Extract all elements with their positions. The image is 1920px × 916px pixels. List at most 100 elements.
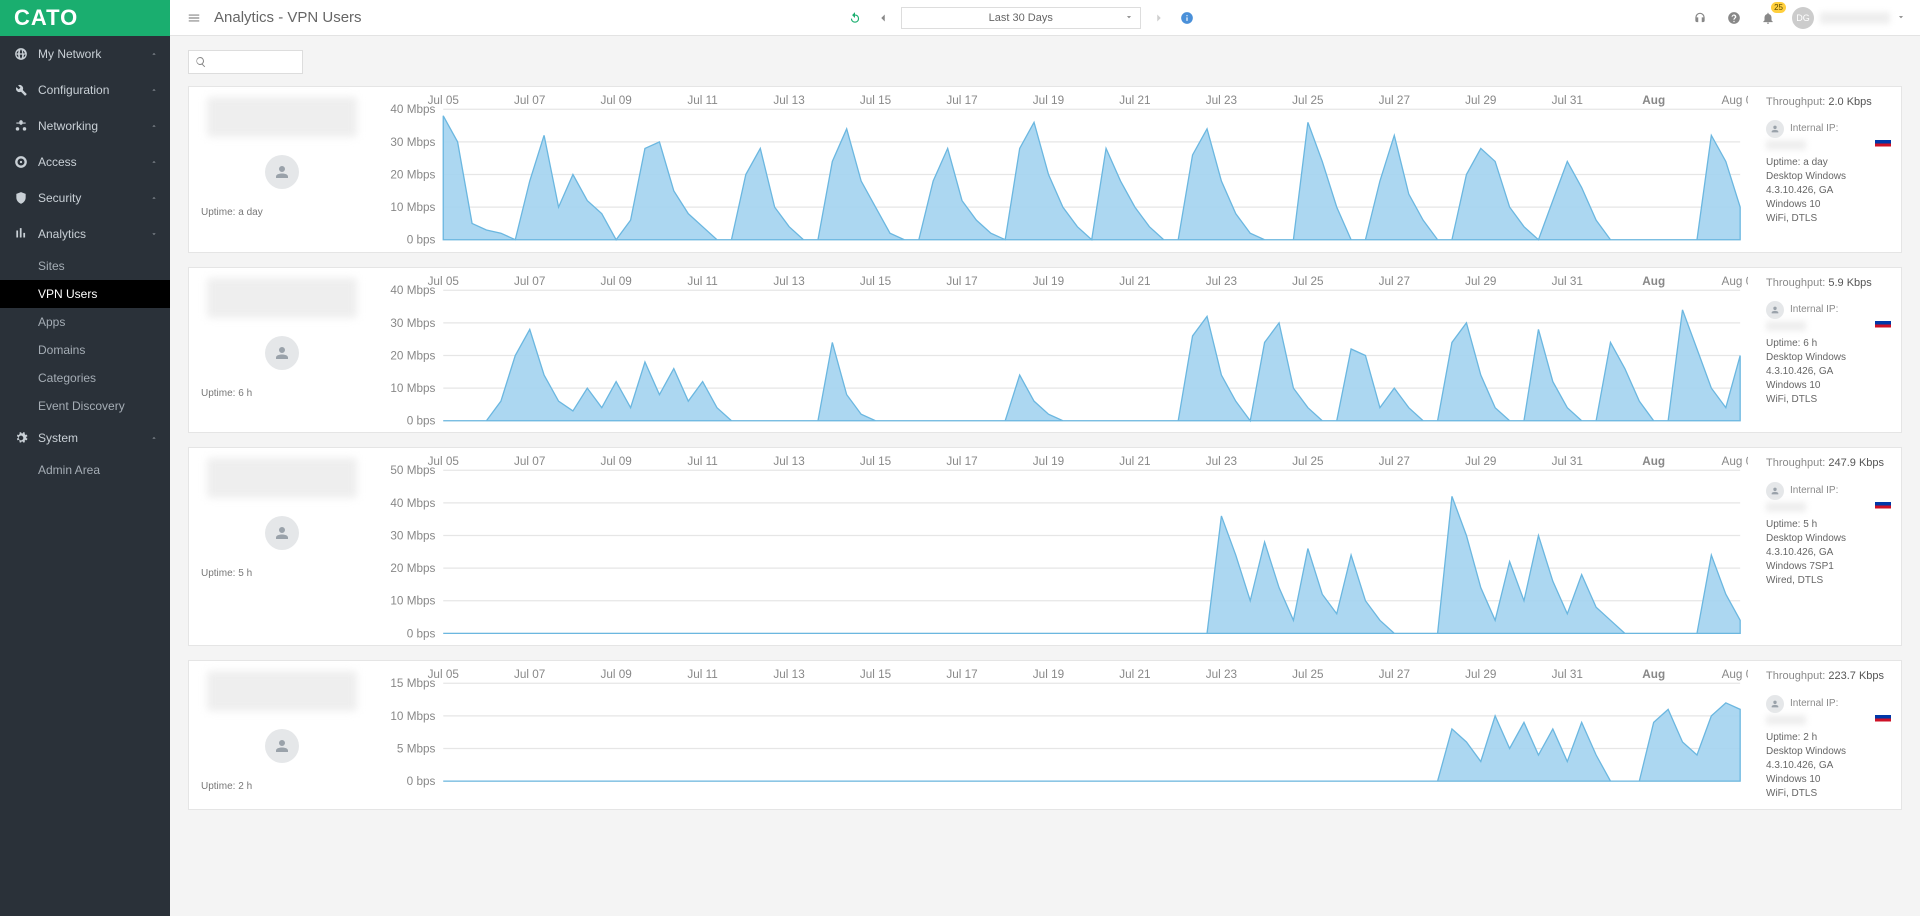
header-actions: 25 DG xyxy=(1690,7,1906,29)
user-details: Throughput: 223.7 KbpsInternal IP:Uptime… xyxy=(1756,661,1901,808)
nav-sub-categories[interactable]: Categories xyxy=(0,364,170,392)
svg-text:Jul 21: Jul 21 xyxy=(1119,668,1150,681)
user-details: Throughput: 5.9 KbpsInternal IP:Uptime: … xyxy=(1756,268,1901,433)
next-button[interactable] xyxy=(1149,8,1169,28)
svg-text:Jul 19: Jul 19 xyxy=(1033,455,1064,468)
help-icon[interactable] xyxy=(1724,8,1744,28)
refresh-icon[interactable] xyxy=(845,8,865,28)
svg-text:30 Mbps: 30 Mbps xyxy=(390,136,435,149)
notifications-button[interactable]: 25 xyxy=(1758,8,1778,28)
svg-text:Jul 05: Jul 05 xyxy=(428,94,460,107)
svg-text:Jul 21: Jul 21 xyxy=(1119,455,1150,468)
svg-text:Jul 25: Jul 25 xyxy=(1292,94,1324,107)
nav-sub-vpn-users[interactable]: VPN Users xyxy=(0,280,170,308)
connection-details: Uptime: 5 hDesktop Windows4.3.10.426, GA… xyxy=(1766,518,1891,588)
page-title: Analytics - VPN Users xyxy=(214,9,362,26)
uptime-caption: Uptime: a day xyxy=(201,207,263,218)
user-summary[interactable]: Uptime: 2 h xyxy=(189,661,374,808)
search-icon xyxy=(195,56,207,68)
target-icon xyxy=(12,153,30,171)
svg-text:Aug 04: Aug 04 xyxy=(1722,275,1748,288)
svg-text:Jul 09: Jul 09 xyxy=(600,275,631,288)
user-row: Uptime: 5 h 50 Mbps40 Mbps30 Mbps20 Mbps1… xyxy=(188,447,1902,646)
uptime-caption: Uptime: 6 h xyxy=(201,388,252,399)
nav-item-networking[interactable]: Networking xyxy=(0,108,170,144)
nav-sub-event-discovery[interactable]: Event Discovery xyxy=(0,392,170,420)
svg-text:Jul 07: Jul 07 xyxy=(514,455,545,468)
connection-details: Uptime: a dayDesktop Windows4.3.10.426, … xyxy=(1766,156,1891,226)
search-input[interactable] xyxy=(188,50,303,74)
svg-text:Jul 29: Jul 29 xyxy=(1465,455,1496,468)
svg-text:Aug 04: Aug 04 xyxy=(1722,668,1748,681)
svg-text:Jul 19: Jul 19 xyxy=(1033,668,1064,681)
nav-item-access[interactable]: Access xyxy=(0,144,170,180)
nav-sub-domains[interactable]: Domains xyxy=(0,336,170,364)
user-summary[interactable]: Uptime: 6 h xyxy=(189,268,374,433)
svg-text:Jul 15: Jul 15 xyxy=(860,275,892,288)
svg-text:Jul 21: Jul 21 xyxy=(1119,275,1150,288)
nav-item-admin-area[interactable]: Admin Area xyxy=(0,456,170,484)
nav-item-my-network[interactable]: My Network xyxy=(0,36,170,72)
svg-text:Jul 29: Jul 29 xyxy=(1465,275,1496,288)
svg-text:Jul 23: Jul 23 xyxy=(1206,455,1238,468)
user-name-redacted xyxy=(207,278,357,318)
shield-icon xyxy=(12,189,30,207)
ip-redacted xyxy=(1766,715,1806,725)
gear-icon xyxy=(12,429,30,447)
throughput-chart: 50 Mbps40 Mbps30 Mbps20 Mbps10 Mbps0 bps… xyxy=(374,448,1756,645)
nav-item-analytics[interactable]: Analytics xyxy=(0,216,170,252)
svg-text:0 bps: 0 bps xyxy=(407,627,436,640)
user-summary[interactable]: Uptime: a day xyxy=(189,87,374,252)
wrench-icon xyxy=(12,81,30,99)
hamburger-icon[interactable] xyxy=(184,8,204,28)
user-summary[interactable]: Uptime: 5 h xyxy=(189,448,374,645)
user-avatar-icon xyxy=(265,336,299,370)
throughput-chart: 40 Mbps30 Mbps20 Mbps10 Mbps0 bpsJul 05J… xyxy=(374,87,1756,252)
user-menu[interactable]: DG xyxy=(1792,7,1906,29)
svg-text:Jul 11: Jul 11 xyxy=(687,455,717,468)
user-avatar-icon xyxy=(265,729,299,763)
svg-text:Jul 09: Jul 09 xyxy=(600,668,631,681)
user-icon xyxy=(1766,695,1784,713)
svg-text:Jul 05: Jul 05 xyxy=(428,275,460,288)
svg-text:Jul 25: Jul 25 xyxy=(1292,275,1324,288)
prev-button[interactable] xyxy=(873,8,893,28)
nav-item-configuration[interactable]: Configuration xyxy=(0,72,170,108)
nav-item-security[interactable]: Security xyxy=(0,180,170,216)
svg-text:Jul 13: Jul 13 xyxy=(773,94,805,107)
nav-sub-sites[interactable]: Sites xyxy=(0,252,170,280)
svg-text:Jul 05: Jul 05 xyxy=(428,455,460,468)
svg-text:Jul 15: Jul 15 xyxy=(860,94,892,107)
svg-text:10 Mbps: 10 Mbps xyxy=(390,382,435,395)
svg-text:Jul 23: Jul 23 xyxy=(1206,94,1238,107)
user-name-redacted xyxy=(1820,12,1890,24)
chevron-icon xyxy=(150,227,158,241)
chevron-icon xyxy=(150,83,158,97)
svg-text:Jul 21: Jul 21 xyxy=(1119,94,1150,107)
uptime-caption: Uptime: 5 h xyxy=(201,568,252,579)
connection-details: Uptime: 2 hDesktop Windows4.3.10.426, GA… xyxy=(1766,731,1891,801)
flag-icon xyxy=(1875,502,1891,512)
date-range-select[interactable]: Last 30 Days xyxy=(901,7,1141,29)
user-row: Uptime: 2 h15 Mbps10 Mbps5 Mbps0 bpsJul … xyxy=(188,660,1902,809)
svg-text:Jul 23: Jul 23 xyxy=(1206,275,1238,288)
internal-ip: Internal IP: xyxy=(1766,301,1891,319)
chevron-down-icon xyxy=(1896,11,1906,25)
user-row: Uptime: a day 40 Mbps30 Mbps20 Mbps10 Mbp… xyxy=(188,86,1902,253)
headset-icon[interactable] xyxy=(1690,8,1710,28)
internal-ip: Internal IP: xyxy=(1766,695,1891,713)
svg-text:Jul 11: Jul 11 xyxy=(687,275,717,288)
chevron-down-icon xyxy=(1124,12,1134,25)
svg-text:Jul 17: Jul 17 xyxy=(946,668,977,681)
svg-text:Aug: Aug xyxy=(1642,94,1665,107)
user-icon xyxy=(1766,482,1784,500)
svg-text:Jul 07: Jul 07 xyxy=(514,94,545,107)
main: Analytics - VPN Users Last 30 Days xyxy=(170,0,1920,916)
nav-item-system[interactable]: System xyxy=(0,420,170,456)
info-icon[interactable] xyxy=(1177,8,1197,28)
svg-text:Aug: Aug xyxy=(1642,668,1665,681)
throughput-chart: 15 Mbps10 Mbps5 Mbps0 bpsJul 05Jul 07Jul… xyxy=(374,661,1756,808)
user-avatar: DG xyxy=(1792,7,1814,29)
svg-text:Jul 09: Jul 09 xyxy=(600,455,631,468)
nav-sub-apps[interactable]: Apps xyxy=(0,308,170,336)
